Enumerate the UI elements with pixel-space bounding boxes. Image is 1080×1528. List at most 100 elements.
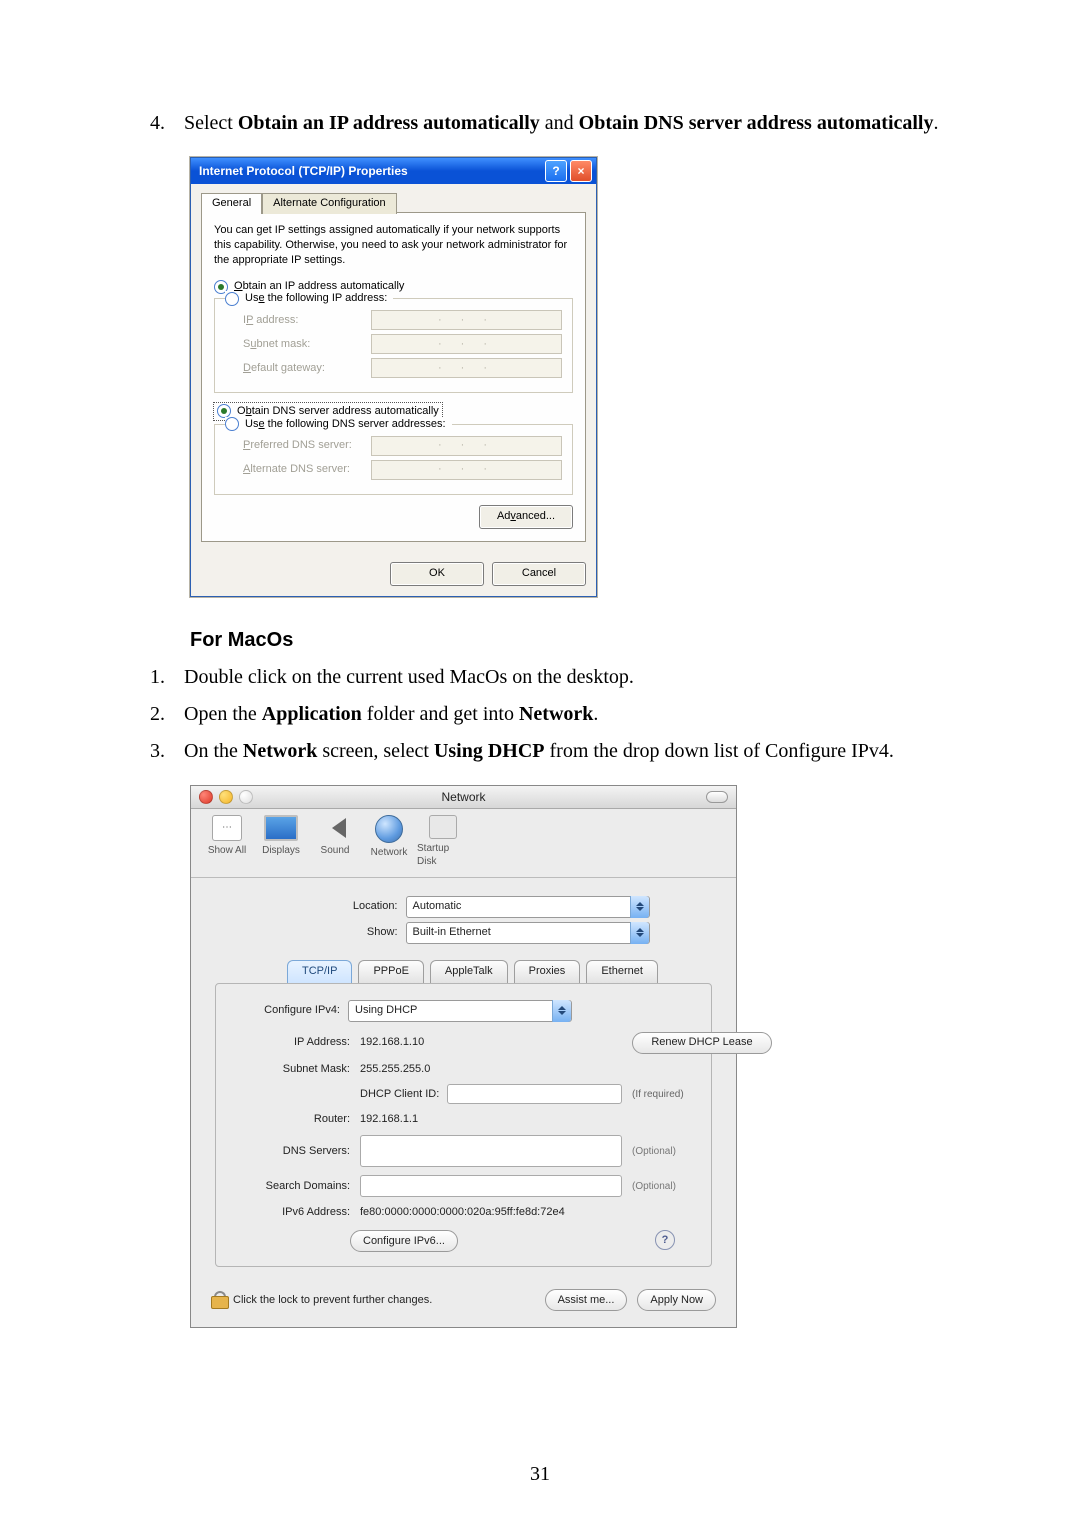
step-4: Select Obtain an IP address automaticall…	[170, 110, 980, 137]
configure-ipv4-label: Configure IPv4:	[230, 1003, 340, 1018]
subnet-mask-input: · · ·	[371, 334, 562, 354]
subnet-mask-label: Subnet Mask:	[230, 1062, 350, 1077]
preferred-dns-input: · · ·	[371, 436, 562, 456]
radio-use-following-dns[interactable]: Use the following DNS server addresses:	[225, 417, 452, 432]
mac-content: Location: Automatic Show: Built-in Ether…	[191, 878, 736, 1279]
t: Network	[243, 740, 317, 762]
windows-steps-list: Select Obtain an IP address automaticall…	[100, 110, 980, 137]
tcpip-frame: Configure IPv4: Using DHCP IP Address: 1…	[215, 983, 712, 1268]
renew-dhcp-lease-button[interactable]: Renew DHCP Lease	[632, 1032, 772, 1054]
minimize-button[interactable]	[219, 790, 233, 804]
toolbar-label: Show All	[208, 844, 246, 858]
tab-appletalk[interactable]: AppleTalk	[430, 960, 508, 983]
tab-alt-label: Alternate Configuration	[273, 197, 386, 209]
field-label: Subnet mask:	[243, 337, 363, 352]
dns-servers-input[interactable]	[360, 1135, 622, 1167]
toolbar-sound[interactable]: Sound	[309, 815, 361, 869]
page-number: 31	[0, 1461, 1080, 1488]
location-label: Location:	[278, 899, 398, 914]
location-popup[interactable]: Automatic	[406, 896, 650, 918]
lock-icon[interactable]	[211, 1291, 227, 1309]
optional-text: (Optional)	[632, 1145, 772, 1159]
group-manual-ip: Use the following IP address: IP address…	[214, 298, 573, 393]
ok-button[interactable]: OK	[390, 562, 484, 586]
radio-icon	[225, 417, 239, 431]
assist-me-button[interactable]: Assist me...	[545, 1289, 628, 1311]
apply-now-button[interactable]: Apply Now	[637, 1289, 716, 1311]
tab-general[interactable]: General	[201, 193, 262, 214]
toolbar-startup-disk[interactable]: Startup Disk	[417, 815, 469, 869]
toolbar-show-all[interactable]: ⋯ Show All	[201, 815, 253, 869]
field-default-gateway: Default gateway: · · ·	[243, 358, 562, 378]
xp-dialog-buttons: OK Cancel	[191, 552, 596, 596]
field-ip-address: IP address: · · ·	[243, 310, 562, 330]
step4-mid: and	[540, 112, 579, 134]
show-popup[interactable]: Built-in Ethernet	[406, 922, 650, 944]
radio-use-following-ip[interactable]: Use the following IP address:	[225, 291, 393, 306]
tab-ethernet[interactable]: Ethernet	[586, 960, 658, 983]
xp-title: Internet Protocol (TCP/IP) Properties	[199, 163, 408, 179]
sound-icon	[320, 815, 350, 841]
alternate-dns-input: · · ·	[371, 460, 562, 480]
xp-tab-panel: You can get IP settings assigned automat…	[201, 212, 586, 542]
advanced-button[interactable]: Advanced...	[479, 505, 573, 529]
tab-proxies[interactable]: Proxies	[514, 960, 581, 983]
xp-tabs: General Alternate Configuration	[201, 192, 586, 213]
configure-ipv6-button[interactable]: Configure IPv6...	[350, 1230, 458, 1252]
t: Application	[262, 703, 362, 725]
tab-alternate-configuration[interactable]: Alternate Configuration	[262, 193, 397, 214]
toolbar-displays[interactable]: Displays	[255, 815, 307, 869]
mac-step-1: Double click on the current used MacOs o…	[170, 664, 980, 691]
help-button[interactable]: ?	[655, 1230, 675, 1250]
popup-value: Automatic	[413, 899, 462, 914]
field-label: Default gateway:	[243, 361, 363, 376]
close-button[interactable]: ×	[570, 160, 592, 182]
help-icon: ?	[552, 163, 559, 179]
help-button[interactable]: ?	[545, 160, 567, 182]
mac-network-window: Network ⋯ Show All Displays Sound Networ…	[190, 785, 737, 1328]
field-label: IP address:	[243, 313, 363, 328]
ipv6-address-value: fe80:0000:0000:0000:020a:95ff:fe8d:72e4	[360, 1205, 622, 1220]
toolbar-network[interactable]: Network	[363, 815, 415, 869]
mac-toolbar: ⋯ Show All Displays Sound Network Startu…	[191, 809, 736, 878]
radio-icon	[225, 292, 239, 306]
show-all-icon: ⋯	[212, 815, 242, 841]
xp-tcpip-properties-dialog: Internet Protocol (TCP/IP) Properties ? …	[190, 157, 597, 597]
dhcp-client-id-input[interactable]	[447, 1084, 622, 1104]
t: .	[593, 703, 598, 725]
step4-bold1: Obtain an IP address automatically	[238, 112, 540, 134]
optional-text: (Optional)	[632, 1180, 772, 1194]
step4-bold2: Obtain DNS server address automatically	[579, 112, 934, 134]
zoom-button[interactable]	[239, 790, 253, 804]
displays-icon	[264, 815, 298, 841]
ip-address-value: 192.168.1.10	[360, 1035, 622, 1050]
configure-ipv4-popup[interactable]: Using DHCP	[348, 1000, 572, 1022]
xp-titlebar: Internet Protocol (TCP/IP) Properties ? …	[191, 158, 596, 184]
toolbar-label: Startup Disk	[417, 842, 469, 869]
close-button[interactable]	[199, 790, 213, 804]
tab-pppoe[interactable]: PPPoE	[358, 960, 423, 983]
tab-general-label: General	[212, 197, 251, 209]
t: Using DHCP	[434, 740, 545, 762]
t: Network	[519, 703, 593, 725]
toolbar-toggle-button[interactable]	[706, 791, 728, 803]
section-heading-macos: For MacOs	[190, 627, 980, 654]
tab-tcpip[interactable]: TCP/IP	[287, 960, 352, 983]
cancel-button[interactable]: Cancel	[492, 562, 586, 586]
traffic-lights	[199, 790, 253, 804]
close-icon: ×	[577, 163, 584, 179]
dhcp-client-id-label: DHCP Client ID:	[360, 1087, 439, 1102]
lock-text: Click the lock to prevent further change…	[233, 1293, 432, 1308]
ip-address-label: IP Address:	[230, 1035, 350, 1050]
radio-label: Use the following DNS server addresses:	[245, 417, 446, 432]
router-value: 192.168.1.1	[360, 1112, 622, 1127]
ipv6-address-label: IPv6 Address:	[230, 1205, 350, 1220]
btn-text-end: anced...	[516, 510, 555, 522]
t: from the drop down list of Configure IPv…	[545, 740, 894, 762]
field-preferred-dns: Preferred DNS server: · · ·	[243, 436, 562, 456]
search-domains-input[interactable]	[360, 1175, 622, 1197]
step4-prefix: Select	[184, 112, 238, 134]
radio-label: Use the following IP address:	[245, 291, 387, 306]
toolbar-label: Network	[371, 846, 408, 860]
show-label: Show:	[278, 925, 398, 940]
